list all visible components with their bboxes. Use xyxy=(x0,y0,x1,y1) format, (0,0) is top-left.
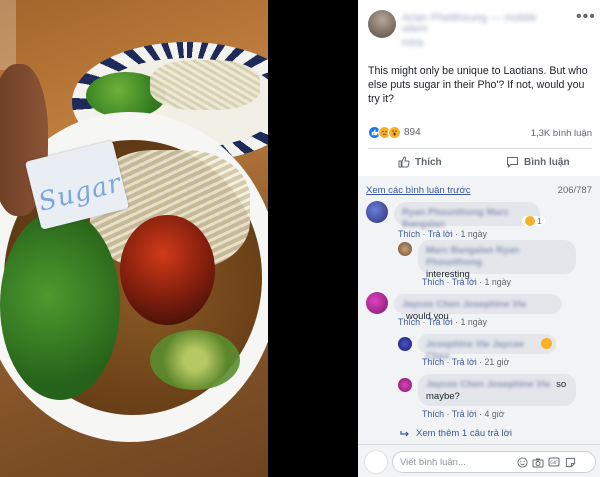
reply-avatar[interactable] xyxy=(398,337,412,351)
replier-name[interactable]: Jaycee Chen Josephine Vie xyxy=(426,379,550,390)
comment-reaction-badge[interactable]: 1 xyxy=(522,216,545,226)
bean-sprouts xyxy=(150,60,260,110)
gif-icon[interactable]: GIF xyxy=(548,456,560,468)
comment-like-link[interactable]: Thích xyxy=(398,229,420,239)
composer-icons: GIF xyxy=(516,456,576,468)
view-more-replies-link[interactable]: Xem thêm 1 câu trả lời xyxy=(400,428,512,439)
composer-avatar xyxy=(364,450,388,474)
post-header: Arian Phetthoung — mobile wlem intra ••• xyxy=(358,0,600,50)
comment-count[interactable]: 1,3K bình luận xyxy=(531,128,592,139)
like-label: Thích xyxy=(415,156,442,168)
reply-like-link[interactable]: Thích xyxy=(422,277,444,287)
comment-meta: Thích · Trả lời · 1 ngày xyxy=(398,229,487,239)
author-name[interactable]: Arian Phetthoung — mobile wlem intra xyxy=(402,13,552,49)
cilantro xyxy=(0,210,120,400)
comment-meta: Thích · Trả lời · 1 ngày xyxy=(398,317,487,327)
glass xyxy=(0,0,16,70)
reply-avatar[interactable] xyxy=(398,242,412,256)
reaction-badge-count: 1 xyxy=(537,216,542,226)
comment-like-link[interactable]: Thích xyxy=(398,317,420,327)
camera-icon[interactable] xyxy=(532,456,544,468)
reaction-count: 894 xyxy=(404,127,421,138)
author-avatar[interactable] xyxy=(368,10,396,38)
chili-sauce xyxy=(120,215,215,325)
commenter-name[interactable]: Jaycee Chen Josephine Vie xyxy=(402,299,526,310)
reply-meta: Thích · Trả lời · 1 ngày xyxy=(422,277,511,287)
reply-avatar[interactable] xyxy=(398,378,412,392)
reply-time: 21 giờ xyxy=(484,357,510,367)
reply-like-link[interactable]: Thích xyxy=(422,409,444,419)
reply-time: 1 ngày xyxy=(484,277,511,287)
reactions-summary[interactable]: 894 xyxy=(368,126,421,139)
reply-reply-link[interactable]: Trả lời xyxy=(452,409,477,419)
svg-text:GIF: GIF xyxy=(550,460,558,466)
divider-top xyxy=(368,148,592,149)
sticker-icon[interactable] xyxy=(564,456,576,468)
reply-reply-link[interactable]: Trả lời xyxy=(452,277,477,287)
confused-emoji-icon xyxy=(541,338,552,349)
reply-arrow-icon xyxy=(400,430,409,436)
view-previous-comments-link[interactable]: Xem các bình luận trước xyxy=(366,185,470,196)
reply-bubble: Jaycee Chen Josephine Vie so maybe? xyxy=(418,374,576,406)
green-onion xyxy=(150,330,240,390)
comments-section: Xem các bình luận trước 206/787 Ryan Pho… xyxy=(358,176,600,477)
reply-bubble: Marc Bangalan Ryan Phounthong interestin… xyxy=(418,240,576,280)
commenter-name[interactable]: Ryan Phounthong Marc Bangalan xyxy=(402,207,509,230)
comment-label: Bình luận xyxy=(524,156,570,168)
post-text: This might only be unique to Laotians. B… xyxy=(368,65,588,105)
view-more-replies-label: Xem thêm 1 câu trả lời xyxy=(416,428,512,439)
thumbs-up-icon xyxy=(398,156,410,168)
comments-counter: 206/787 xyxy=(557,185,592,196)
reply-reply-link[interactable]: Trả lời xyxy=(452,357,477,367)
comment-avatar[interactable] xyxy=(366,292,388,314)
replier-name[interactable]: Marc Bangalan Ryan Phounthong xyxy=(426,245,568,269)
comment-avatar[interactable] xyxy=(366,201,388,223)
reply-meta: Thích · Trả lời · 4 giờ xyxy=(422,409,505,419)
comment-time: 1 ngày xyxy=(460,229,487,239)
comment-time: 1 ngày xyxy=(460,317,487,327)
reply-bubble: Josephine Vie Jaycee Chen xyxy=(418,334,556,362)
wow-icon xyxy=(525,216,535,226)
comment-composer: Viết bình luận... GIF xyxy=(358,444,600,477)
emoji-icon[interactable] xyxy=(516,456,528,468)
like-button[interactable]: Thích xyxy=(398,156,442,168)
comment-button[interactable]: Bình luận xyxy=(506,156,570,168)
comment-reply-link[interactable]: Trả lời xyxy=(428,229,453,239)
comment-input-placeholder: Viết bình luận... xyxy=(400,457,466,468)
wow-reaction-icon xyxy=(388,126,401,139)
comment-bubble: Jaycee Chen Josephine Vie would you xyxy=(394,294,562,322)
reply-like-link[interactable]: Thích xyxy=(422,357,444,367)
comment-icon xyxy=(507,157,518,168)
reply-meta: Thích · Trả lời · 21 giờ xyxy=(422,357,510,367)
comment-bubble: Ryan Phounthong Marc Bangalan xyxy=(394,202,540,230)
reply-time: 4 giờ xyxy=(484,409,505,419)
post-panel: Arian Phetthoung — mobile wlem intra •••… xyxy=(358,0,600,477)
more-options-icon[interactable]: ••• xyxy=(576,8,596,26)
comment-reply-link[interactable]: Trả lời xyxy=(428,317,453,327)
post-photo[interactable]: Sugar xyxy=(0,0,268,477)
